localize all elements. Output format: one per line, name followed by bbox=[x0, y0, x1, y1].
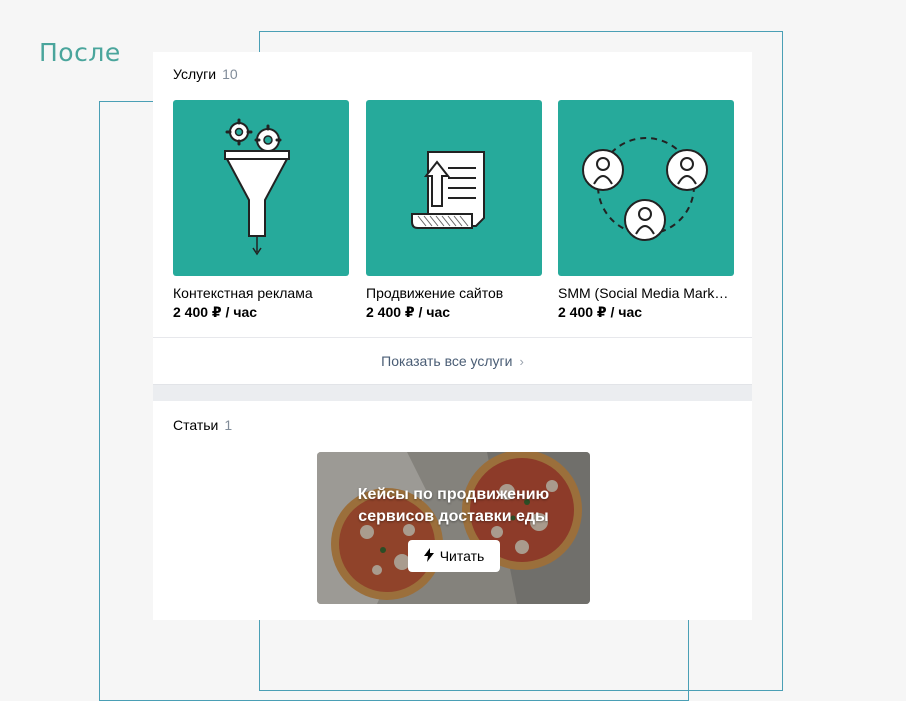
service-item[interactable]: Продвижение сайтов 2 400 ₽ / час bbox=[366, 100, 542, 321]
services-count: 10 bbox=[222, 66, 238, 82]
chevron-right-icon: › bbox=[519, 353, 524, 369]
after-label: После bbox=[39, 38, 121, 67]
services-heading[interactable]: Услуги 10 bbox=[173, 66, 238, 82]
service-name[interactable]: Контекстная реклама bbox=[173, 285, 349, 301]
funnel-with-gears-icon bbox=[224, 118, 290, 256]
article-title[interactable]: Кейсы по продвижению сервисов доставки е… bbox=[317, 484, 590, 528]
service-name[interactable]: SMM (Social Media Marketing) bbox=[558, 285, 734, 301]
service-item[interactable]: SMM (Social Media Marketing) 2 400 ₽ / ч… bbox=[558, 100, 734, 321]
article-title-line-2: сервисов доставки еды bbox=[358, 508, 549, 525]
service-name[interactable]: Продвижение сайтов bbox=[366, 285, 542, 301]
services-list: Контекстная реклама 2 400 ₽ / час Продви… bbox=[173, 100, 734, 330]
lightning-icon bbox=[423, 547, 434, 565]
read-button[interactable]: Читать bbox=[408, 540, 500, 572]
service-thumb[interactable] bbox=[558, 100, 734, 276]
service-price: 2 400 ₽ / час bbox=[366, 304, 451, 320]
read-button-label: Читать bbox=[439, 548, 485, 564]
services-heading-label: Услуги bbox=[173, 66, 217, 82]
photo-overlay bbox=[317, 452, 590, 604]
document-with-up-arrow-icon bbox=[411, 151, 485, 229]
article-title-line-1: Кейсы по продвижению bbox=[357, 486, 550, 503]
service-thumb[interactable] bbox=[173, 100, 349, 276]
article-card[interactable]: Кейсы по продвижению сервисов доставки е… bbox=[317, 452, 590, 604]
service-thumb[interactable] bbox=[366, 100, 542, 276]
service-item[interactable]: Контекстная реклама 2 400 ₽ / час bbox=[173, 100, 349, 321]
community-card: Услуги 10 Контекстная реклама 2 400 ₽ / … bbox=[153, 52, 752, 620]
show-all-services-link[interactable]: Показать все услуги › bbox=[153, 338, 752, 384]
articles-count: 1 bbox=[224, 417, 233, 433]
service-price: 2 400 ₽ / час bbox=[558, 304, 643, 320]
show-all-label: Показать все услуги bbox=[381, 353, 513, 369]
section-separator bbox=[153, 384, 752, 401]
articles-heading-label: Статьи bbox=[173, 417, 219, 433]
service-price: 2 400 ₽ / час bbox=[173, 304, 258, 320]
articles-heading[interactable]: Статьи 1 bbox=[173, 417, 232, 433]
people-circle-icon bbox=[582, 137, 708, 241]
